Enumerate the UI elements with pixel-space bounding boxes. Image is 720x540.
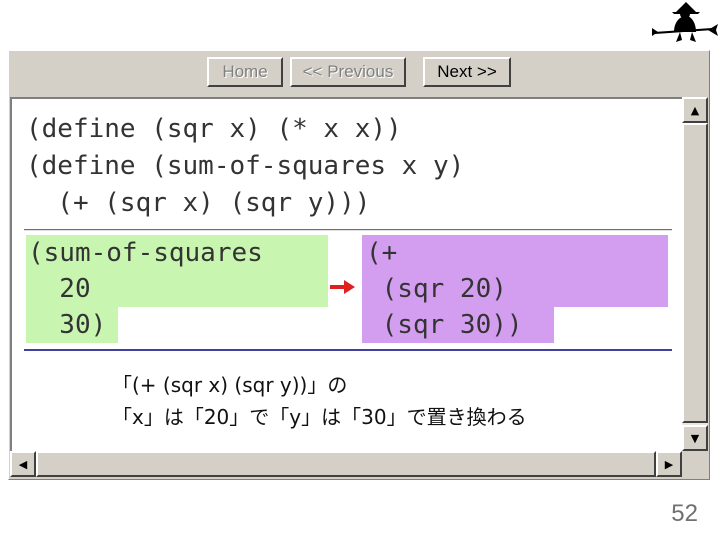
arrow-right-icon [330, 280, 355, 294]
expression-panel: (sum-of-squares 20 30) [26, 235, 328, 343]
scroll-right-button[interactable]: ▶ [656, 451, 682, 477]
witch-logo-icon [652, 2, 718, 42]
triangle-down-icon: ▼ [690, 431, 700, 445]
triangle-up-icon: ▲ [690, 103, 700, 117]
scroll-up-button[interactable]: ▲ [682, 97, 708, 123]
triangle-left-icon: ◀ [18, 457, 28, 471]
caption-line: 「x」は「20」で「y」は「30」で置き換わる [112, 405, 527, 429]
page-number: 52 [671, 500, 698, 527]
expression-line: (sum-of-squares [26, 235, 328, 271]
vertical-scroll-thumb[interactable] [682, 123, 708, 423]
horizontal-scrollbar[interactable]: ◀ ▶ [10, 451, 682, 477]
divider [24, 349, 672, 351]
expression-line: 20 [26, 271, 328, 307]
caption-line: 「(+ (sqr x) (sqr y))」の [112, 373, 348, 397]
expansion-line: (sqr 30)) [362, 307, 554, 343]
expansion-panel: (+ (sqr 20) (sqr 30)) [362, 235, 668, 343]
vertical-scrollbar[interactable]: ▲ ▼ [682, 97, 708, 451]
horizontal-scroll-thumb[interactable] [36, 451, 656, 477]
scrollbar-corner [682, 451, 708, 477]
scroll-down-button[interactable]: ▼ [682, 425, 708, 451]
next-button-label: Next >> [437, 62, 497, 81]
content-pane: (define (sqr x) (* x x)) (define (sum-of… [10, 97, 682, 451]
expansion-line: (sqr 20) [362, 271, 668, 307]
navigation-bar: Home << Previous Next >> [9, 51, 709, 97]
expression-line: 30) [26, 307, 118, 343]
expansion-line: (+ [362, 235, 668, 271]
browser-window: Home << Previous Next >> (define (sqr x)… [8, 50, 710, 480]
home-button-label: Home [222, 62, 268, 81]
scroll-left-button[interactable]: ◀ [10, 451, 36, 477]
caption: 「(+ (sqr x) (sqr y))」の 「x」は「20」で「y」は「30」… [112, 369, 527, 433]
previous-button-label: << Previous [302, 62, 394, 81]
previous-button[interactable]: << Previous [290, 57, 406, 87]
definition-code: (define (sqr x) (* x x)) (define (sum-of… [26, 114, 465, 218]
triangle-right-icon: ▶ [664, 457, 674, 471]
next-button[interactable]: Next >> [423, 57, 511, 87]
home-button[interactable]: Home [207, 57, 283, 87]
divider [24, 229, 672, 231]
